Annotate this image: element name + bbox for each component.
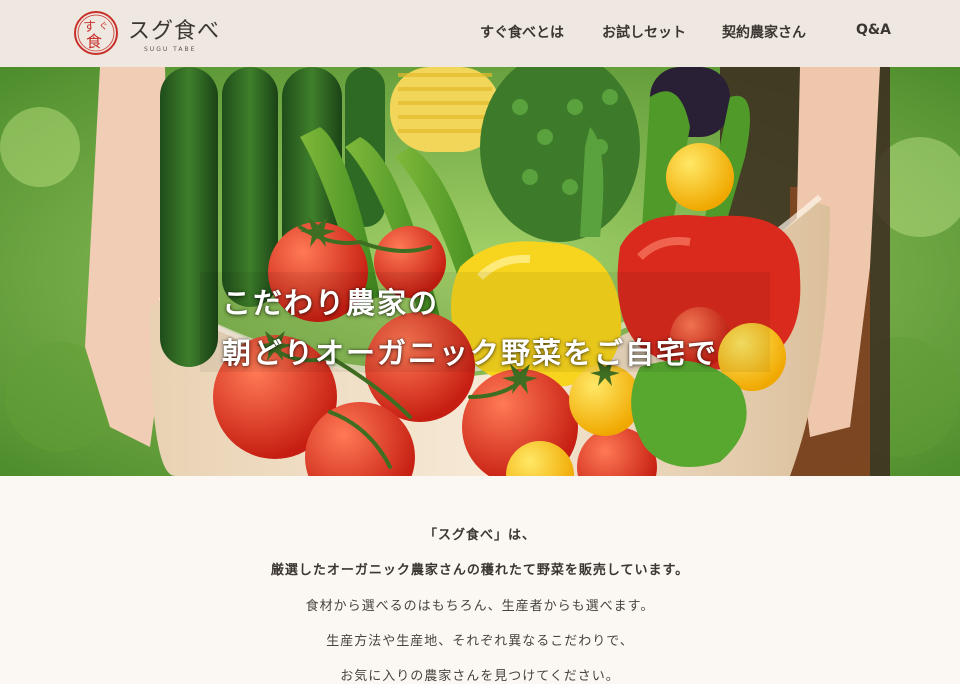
brand-mark-icon: す ぐ 食 [74, 11, 118, 55]
brand-name: スグ食べ [128, 19, 221, 44]
site-header: す ぐ 食 スグ食べ SUGU TABE すぐ食べとは お試しセット 契約農家さ… [0, 0, 960, 67]
intro-line-1: 「スグ食べ」は、 [423, 528, 536, 543]
svg-text:食: 食 [86, 32, 102, 51]
nav-item-about[interactable]: すぐ食べとは [480, 22, 564, 44]
nav-item-faq[interactable]: Q&A [856, 22, 891, 44]
intro-line-4: 生産方法や生産地、それぞれ異なるこだわりで、 [326, 634, 634, 649]
intro-line-2: 厳選したオーガニック農家さんの穫れたて野菜を販売しています。 [270, 563, 690, 578]
hero-vegetable-photo [0, 67, 960, 476]
intro-line-5: お気に入りの農家さんを見つけてください。 [340, 669, 620, 684]
hero-headline-line1: こだわり農家の [222, 286, 440, 320]
hero-headline-line2: 朝どりオーガニック野菜をご自宅で [222, 336, 719, 370]
brand-subtitle: SUGU TABE [144, 46, 197, 53]
intro-section: 「スグ食べ」は、 厳選したオーガニック農家さんの穫れたて野菜を販売しています。 … [0, 476, 960, 684]
hero-section: こだわり農家の 朝どりオーガニック野菜をご自宅で [0, 67, 960, 476]
brand-logo[interactable]: す ぐ 食 スグ食べ SUGU TABE [72, 9, 242, 59]
nav-item-trial-set[interactable]: お試しセット [602, 22, 686, 44]
nav-item-farmers[interactable]: 契約農家さん [722, 22, 806, 44]
svg-text:ぐ: ぐ [99, 22, 108, 32]
intro-line-3: 食材から選べるのはもちろん、生産者からも選べます。 [305, 599, 655, 614]
